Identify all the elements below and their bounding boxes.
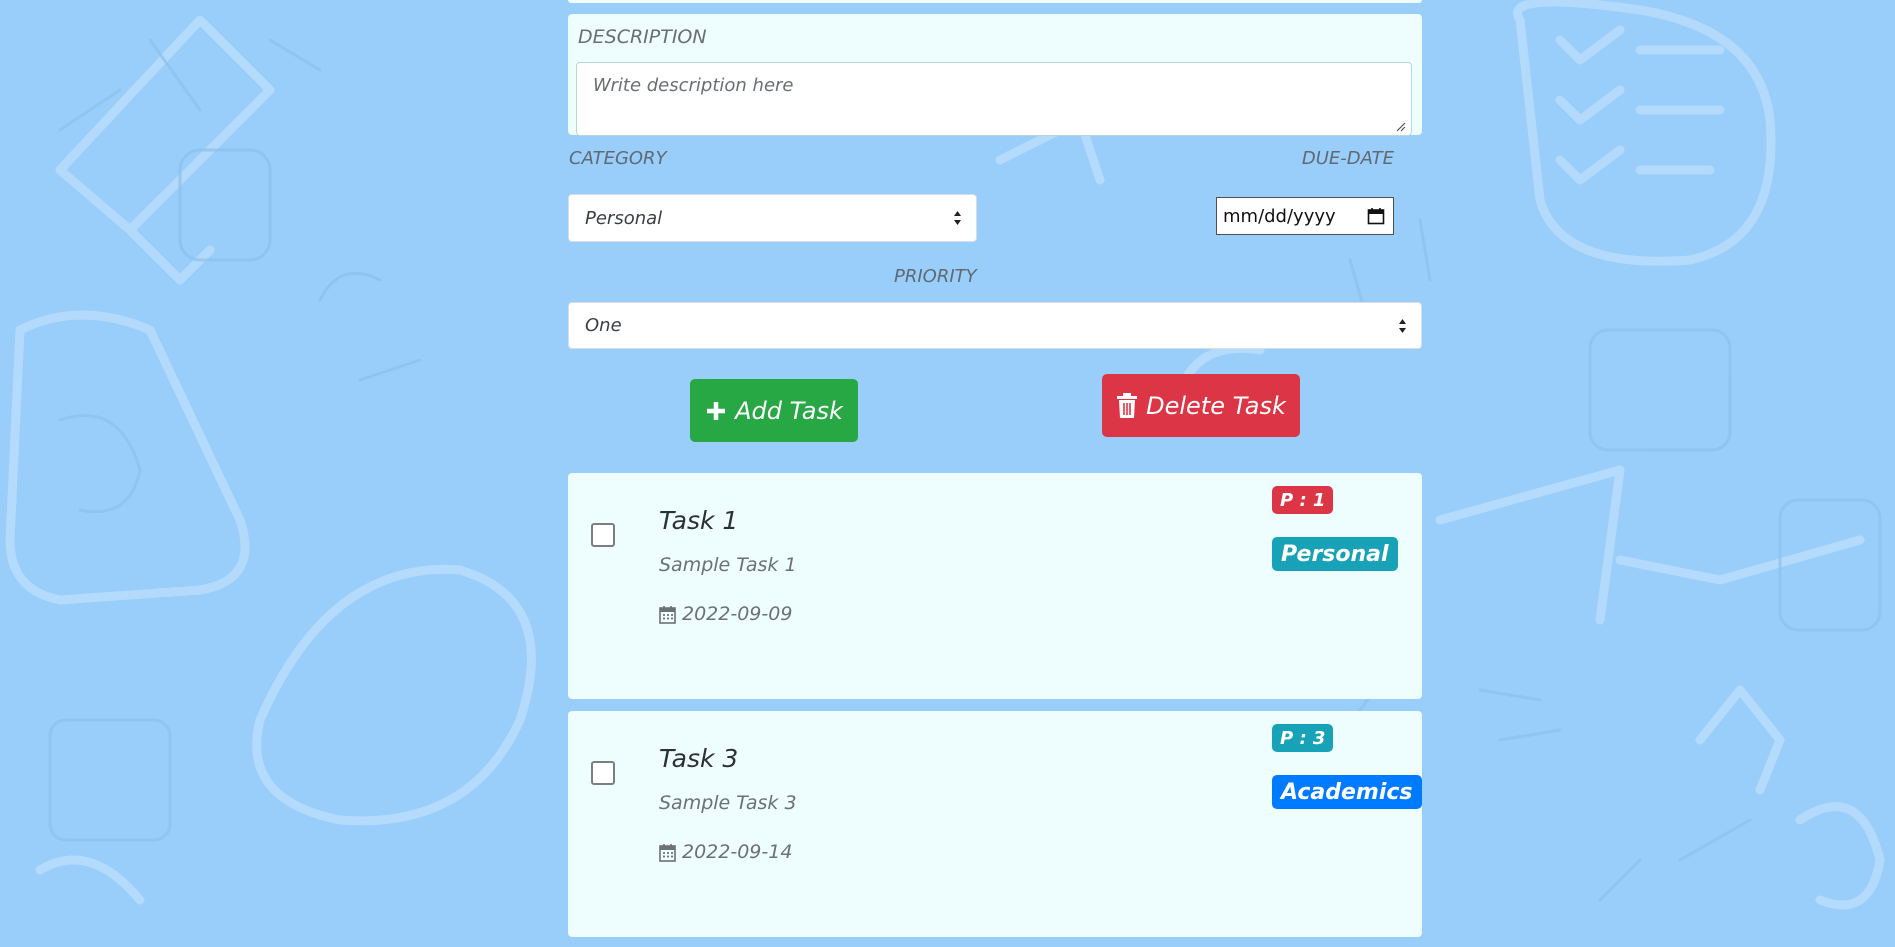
duedate-label: DUE-DATE xyxy=(1301,148,1394,169)
add-task-label: Add Task xyxy=(735,396,843,425)
priority-label: PRIORITY xyxy=(894,266,977,287)
category-select[interactable]: Personal xyxy=(568,194,977,242)
add-task-button[interactable]: Add Task xyxy=(690,379,858,442)
task-checkbox[interactable] xyxy=(591,523,615,547)
priority-badge: P : 1 xyxy=(1272,486,1334,514)
calendar-icon xyxy=(659,605,676,624)
plus-icon xyxy=(707,401,726,420)
trash-icon xyxy=(1117,392,1138,418)
task-card[interactable]: Task 3 Sample Task 3 2022-09-14 P : 3 Ac… xyxy=(568,711,1422,937)
description-label: DESCRIPTION xyxy=(578,26,707,48)
delete-task-label: Delete Task xyxy=(1146,391,1286,420)
task-date-value: 2022-09-09 xyxy=(682,603,793,625)
calendar-icon xyxy=(659,843,676,862)
category-select-value: Personal xyxy=(585,207,663,229)
priority-badge: P : 3 xyxy=(1272,724,1334,752)
delete-task-button[interactable]: Delete Task xyxy=(1102,374,1300,437)
task-title: Task 1 xyxy=(659,506,739,535)
duedate-value: mm/dd/yyyy xyxy=(1223,205,1336,227)
category-badge: Academics xyxy=(1272,775,1422,809)
task-card[interactable]: Task 1 Sample Task 1 2022-09-09 P : 1 Pe… xyxy=(568,473,1422,699)
task-description: Sample Task 1 xyxy=(659,554,797,576)
description-panel: DESCRIPTION xyxy=(568,14,1422,136)
sort-arrows-icon xyxy=(954,211,961,225)
category-label: CATEGORY xyxy=(569,148,667,169)
task-checkbox[interactable] xyxy=(591,761,615,785)
priority-select[interactable]: One xyxy=(568,302,1422,349)
task-date: 2022-09-09 xyxy=(659,603,792,625)
task-title: Task 3 xyxy=(659,744,739,773)
task-date-value: 2022-09-14 xyxy=(682,841,793,863)
sort-arrows-icon xyxy=(1399,318,1406,333)
category-badge: Personal xyxy=(1272,537,1398,571)
duedate-input[interactable]: mm/dd/yyyy xyxy=(1216,197,1394,235)
resize-grip-icon[interactable] xyxy=(1396,122,1406,132)
priority-select-value: One xyxy=(585,315,622,336)
title-panel-edge xyxy=(568,0,1422,3)
calendar-picker-icon[interactable] xyxy=(1367,207,1385,225)
task-date: 2022-09-14 xyxy=(659,841,792,863)
task-description: Sample Task 3 xyxy=(659,792,797,814)
description-input[interactable] xyxy=(576,62,1412,136)
